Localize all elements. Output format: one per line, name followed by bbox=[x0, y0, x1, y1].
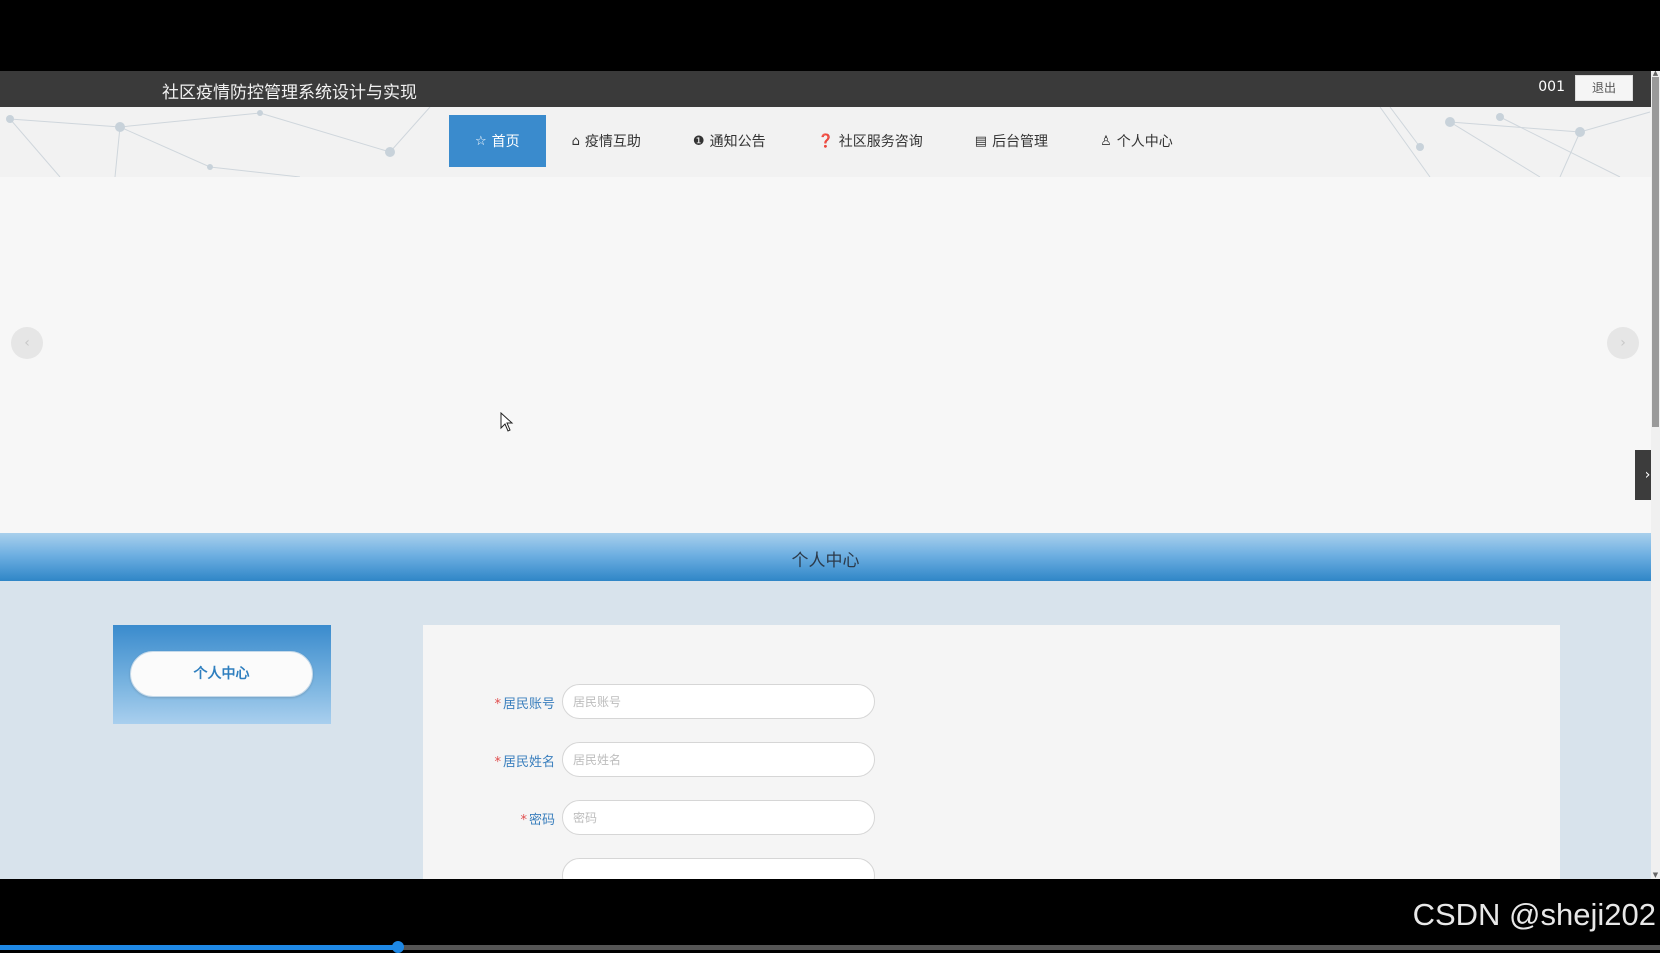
section-header: 个人中心 bbox=[0, 533, 1651, 581]
nav-item-label: 社区服务咨询 bbox=[838, 134, 923, 150]
form-field-label: * 居民姓名 bbox=[494, 751, 555, 770]
form-field-input[interactable] bbox=[562, 858, 875, 879]
nav-item-5[interactable]: ♙ 个人中心 bbox=[1074, 115, 1199, 167]
scroll-down-icon[interactable]: ▼ bbox=[1651, 871, 1660, 879]
form-field-label: * 密码 bbox=[520, 809, 555, 828]
username-label: 001 bbox=[1538, 79, 1565, 95]
form-field-input[interactable] bbox=[562, 684, 875, 719]
content-area: 个人中心 *居民账号*居民姓名*密码 bbox=[0, 581, 1651, 879]
form-row: * 密码 bbox=[423, 800, 923, 836]
question-circle-icon: ❓ bbox=[817, 133, 834, 149]
bag-icon: ⌂ bbox=[571, 133, 580, 149]
site-title: 社区疫情防控管理系统设计与实现 bbox=[162, 83, 417, 103]
nav-bar: ☆ 首页 ⌂ 疫情互助 ❶ 通知公告 ❓ 社区服务咨询 ▤ 后台管理 ♙ 个人中心 bbox=[0, 107, 1651, 177]
top-bar: 社区疫情防控管理系统设计与实现 001 退出 bbox=[0, 71, 1651, 107]
vertical-scrollbar[interactable]: ▲ ▼ bbox=[1651, 71, 1660, 879]
video-progress-knob[interactable] bbox=[392, 941, 405, 953]
main-nav: ☆ 首页 ⌂ 疫情互助 ❶ 通知公告 ❓ 社区服务咨询 ▤ 后台管理 ♙ 个人中心 bbox=[449, 115, 1199, 167]
nav-item-4[interactable]: ▤ 后台管理 bbox=[949, 115, 1074, 167]
banner-carousel: ‹ › bbox=[0, 177, 1651, 533]
form-field-input[interactable] bbox=[562, 800, 875, 835]
carousel-prev-button[interactable]: ‹ bbox=[11, 327, 43, 359]
scrollbar-thumb[interactable] bbox=[1652, 77, 1659, 427]
calendar-icon: ▤ bbox=[974, 133, 988, 149]
carousel-next-button[interactable]: › bbox=[1607, 327, 1639, 359]
watermark-text: CSDN @sheji202 bbox=[1412, 897, 1656, 932]
form-row: * 居民账号 bbox=[423, 684, 923, 720]
nav-item-label: 个人中心 bbox=[1116, 134, 1173, 150]
form-field-label: * 居民账号 bbox=[494, 693, 555, 712]
browser-viewport: 社区疫情防控管理系统设计与实现 001 退出 ☆ 首页 ⌂ 疫情互助 ❶ 通知公… bbox=[0, 71, 1660, 879]
video-progress-bar[interactable] bbox=[0, 941, 1660, 953]
nav-item-0[interactable]: ☆ 首页 bbox=[449, 115, 546, 167]
form-row bbox=[423, 858, 923, 879]
nav-item-label: 后台管理 bbox=[992, 134, 1049, 150]
form-field-label-text: 密码 bbox=[528, 813, 555, 828]
form-field-label-text: 居民姓名 bbox=[502, 755, 555, 770]
required-marker: * bbox=[494, 697, 501, 712]
form-field-label-text: 居民账号 bbox=[502, 697, 555, 712]
nav-item-label: 首页 bbox=[491, 134, 520, 150]
user-icon: ♙ bbox=[1100, 133, 1112, 149]
exclamation-circle-icon: ❶ bbox=[692, 133, 705, 149]
required-marker: * bbox=[520, 813, 527, 828]
profile-form: *居民账号*居民姓名*密码 bbox=[423, 625, 1560, 879]
form-row: * 居民姓名 bbox=[423, 742, 923, 778]
nav-item-label: 疫情互助 bbox=[584, 134, 641, 150]
star-icon: ☆ bbox=[475, 133, 487, 149]
side-menu: 个人中心 bbox=[113, 625, 331, 724]
required-marker: * bbox=[494, 755, 501, 770]
nav-item-label: 通知公告 bbox=[709, 134, 766, 150]
section-title: 个人中心 bbox=[791, 551, 860, 571]
side-menu-personal-center[interactable]: 个人中心 bbox=[130, 651, 313, 697]
nav-item-1[interactable]: ⌂ 疫情互助 bbox=[546, 115, 667, 167]
form-field-input[interactable] bbox=[562, 742, 875, 777]
nav-item-3[interactable]: ❓ 社区服务咨询 bbox=[792, 115, 949, 167]
mouse-cursor-icon bbox=[500, 412, 514, 432]
screen: 社区疫情防控管理系统设计与实现 001 退出 ☆ 首页 ⌂ 疫情互助 ❶ 通知公… bbox=[0, 0, 1660, 953]
nav-item-2[interactable]: ❶ 通知公告 bbox=[667, 115, 792, 167]
logout-button[interactable]: 退出 bbox=[1575, 75, 1633, 101]
video-progress-fill bbox=[0, 945, 399, 950]
